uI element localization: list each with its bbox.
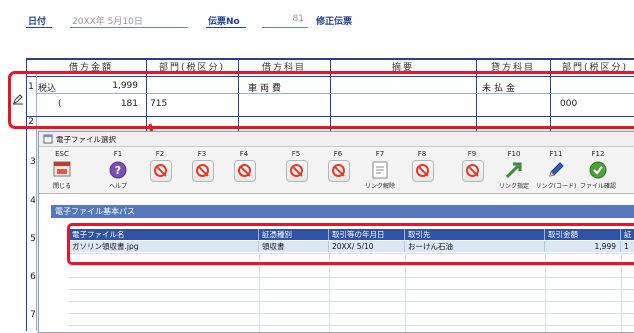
dialog-titlebar[interactable]: 電子ファイル選択	[39, 132, 634, 147]
fkey-label-f11: F11	[549, 150, 563, 158]
file-check-button[interactable]: F12 ファイル確認	[579, 147, 617, 193]
help-icon: ?	[109, 161, 127, 179]
fkey-label-f3: F3	[197, 150, 207, 158]
function-key-toolbar: ESC 閉じる F1 ? ヘルプ F2 F3 F4 F5 F6 F7 リンク解除…	[39, 147, 634, 194]
fkey-label-f8: F8	[417, 150, 427, 158]
ledger-row-highlight	[8, 71, 634, 129]
help-button-label: ヘルプ	[108, 183, 127, 190]
fkey-label-f12: F12	[591, 150, 605, 158]
f4-button[interactable]: F4	[225, 147, 263, 193]
link-specify-label: リンク指定	[498, 183, 529, 190]
pen-icon	[549, 162, 564, 177]
grid-row-line	[69, 301, 634, 302]
unlink-button-label: リンク解除	[364, 183, 395, 190]
file-row-highlight	[67, 223, 634, 265]
file-check-label: ファイル確認	[579, 183, 616, 190]
check-icon	[589, 161, 607, 179]
disabled-icon	[234, 160, 256, 182]
dialog-title: 電子ファイル選択	[56, 135, 116, 144]
link-code-button[interactable]: F11 リンク(コード)	[536, 147, 577, 193]
fkey-label-f2: F2	[155, 150, 165, 158]
fkey-label-esc: ESC	[55, 150, 69, 158]
help-button[interactable]: F1 ? ヘルプ	[99, 147, 137, 193]
f6-button[interactable]: F6	[319, 147, 357, 193]
close-doc-icon	[53, 161, 71, 177]
grid-row-line	[69, 277, 634, 278]
disabled-icon	[462, 160, 484, 182]
svg-text:?: ?	[115, 164, 121, 177]
disabled-icon	[412, 160, 434, 182]
grid-row-line	[69, 313, 634, 314]
fkey-label-f4: F4	[239, 150, 249, 158]
grid-row-line	[69, 289, 634, 290]
fkey-label-f6: F6	[333, 150, 343, 158]
f3-button[interactable]: F3	[183, 147, 221, 193]
grid-row-line	[69, 325, 634, 326]
fkey-label-f9: F9	[467, 150, 477, 158]
fkey-label-f10: F10	[507, 150, 521, 158]
f2-button[interactable]: F2	[141, 147, 179, 193]
f8-button[interactable]: F8	[403, 147, 441, 193]
disabled-icon	[192, 160, 214, 182]
grid-row-line	[69, 265, 634, 266]
close-button-label: 閉じる	[52, 183, 71, 190]
link-icon	[505, 162, 522, 179]
close-button[interactable]: ESC 閉じる	[43, 147, 81, 193]
fkey-label-f5: F5	[291, 150, 301, 158]
window-icon	[43, 134, 53, 144]
disabled-icon	[150, 160, 172, 182]
unlink-icon	[372, 161, 388, 179]
base-path-section: 電子ファイル基本パス	[51, 205, 634, 218]
disabled-icon	[328, 160, 350, 182]
disabled-icon	[286, 160, 308, 182]
unlink-button[interactable]: F7 リンク解除	[361, 147, 399, 193]
link-specify-button[interactable]: F10 リンク指定	[495, 147, 533, 193]
f5-button[interactable]: F5	[277, 147, 315, 193]
f9-button[interactable]: F9	[453, 147, 491, 193]
link-code-label: リンク(コード)	[535, 183, 577, 190]
fkey-label-f1: F1	[113, 150, 123, 158]
fkey-label-f7: F7	[375, 150, 385, 158]
